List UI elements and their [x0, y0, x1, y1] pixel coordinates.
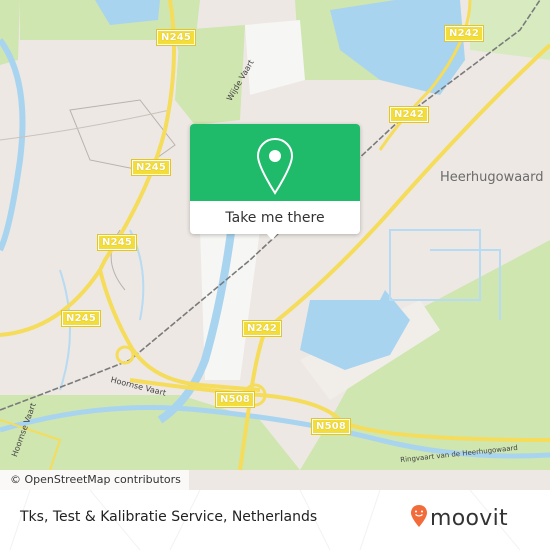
road-label: N245 [155, 29, 197, 46]
road-label: N508 [214, 391, 256, 408]
place-label-heerhugowaard: Heerhugowaard [440, 170, 544, 185]
attribution-text: © OpenStreetMap contributors [10, 473, 181, 486]
popup-header [190, 124, 360, 201]
moovit-brand: moovit [430, 505, 508, 531]
road-label: N245 [96, 234, 138, 251]
road-label: N245 [60, 310, 102, 327]
road-label: N242 [443, 25, 485, 42]
map-pin-icon [255, 137, 295, 201]
road-label: N508 [310, 418, 352, 435]
moovit-pin-icon [410, 504, 428, 532]
canal [0, 38, 26, 252]
roundabout [115, 345, 135, 365]
popup-tail [266, 233, 278, 240]
map[interactable]: N245 N245 N245 N245 N242 N242 N242 N508 … [0, 0, 550, 490]
road-label: N242 [241, 320, 283, 337]
lake [330, 0, 465, 95]
road-label: N242 [388, 106, 430, 123]
attribution[interactable]: © OpenStreetMap contributors [0, 470, 189, 490]
map-canvas [0, 0, 550, 471]
take-me-there-button[interactable]: Take me there [190, 201, 360, 234]
white-area [245, 20, 305, 95]
location-title: Tks, Test & Kalibratie Service, Netherla… [20, 509, 318, 525]
moovit-logo[interactable]: moovit [410, 504, 508, 532]
minor-road [0, 109, 171, 141]
canal [59, 269, 71, 391]
take-me-there-label: Take me there [225, 209, 325, 226]
road-label: N245 [130, 159, 172, 176]
location-popup: Take me there [190, 124, 360, 240]
footer: Tks, Test & Kalibratie Service, Netherla… [0, 490, 550, 550]
